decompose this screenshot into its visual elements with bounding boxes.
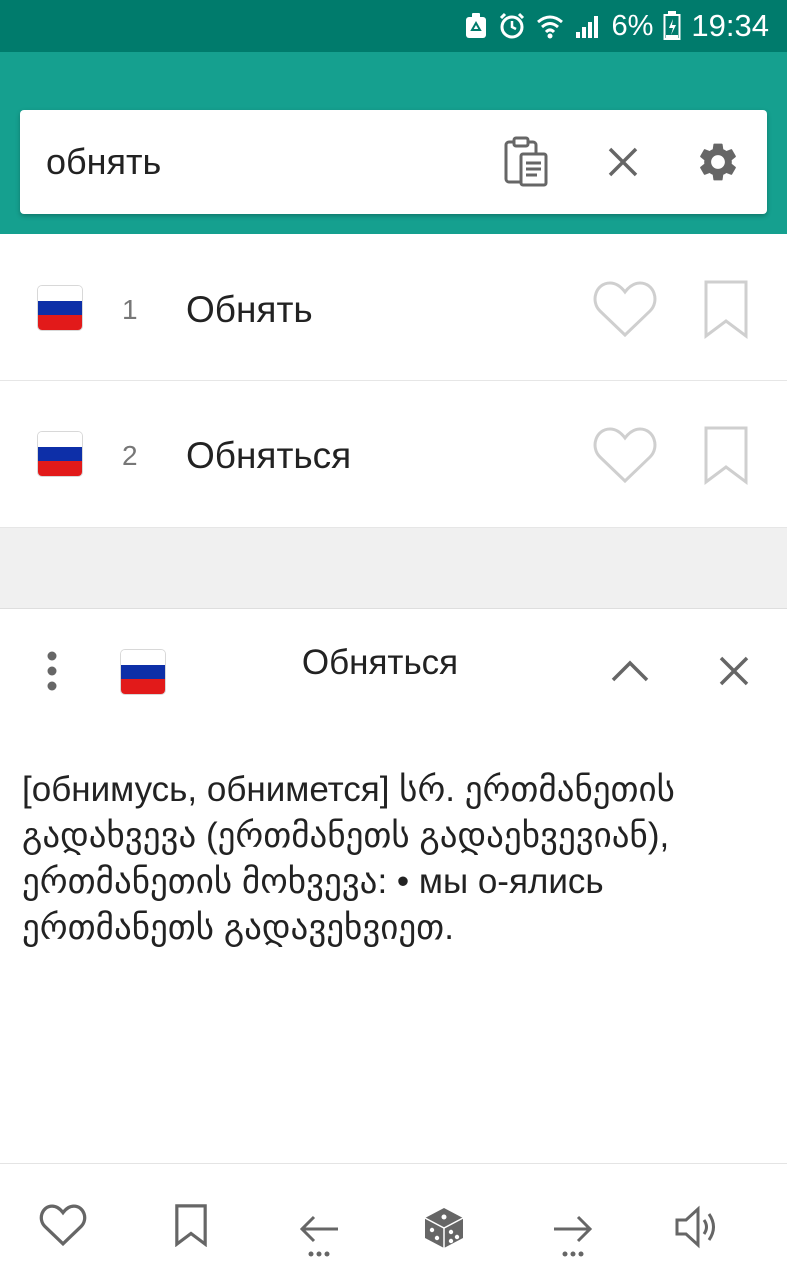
detail-title: Обняться (301, 643, 459, 682)
back-arrow-icon (299, 1215, 338, 1257)
clock: 19:34 (691, 8, 769, 43)
signal-icon (575, 16, 598, 38)
bookmark-button[interactable] (700, 424, 752, 486)
clear-icon (608, 147, 638, 177)
random-dice-icon (424, 1208, 464, 1248)
recycle-notification-icon (465, 13, 486, 38)
more-vert-icon (47, 651, 57, 691)
bookmark-toolbar-button[interactable] (172, 1200, 210, 1250)
next-button[interactable] (548, 1204, 598, 1260)
results-list: 1 Обнять 2 Обняться (0, 234, 787, 528)
settings-icon (700, 143, 736, 181)
search-input[interactable] (46, 136, 486, 188)
clear-search-button[interactable] (597, 136, 649, 188)
battery-icon (663, 11, 681, 40)
result-word: Обняться (186, 435, 352, 476)
bookmark-outline-icon (704, 280, 748, 339)
random-word-button[interactable] (420, 1204, 468, 1252)
app-bar (0, 52, 787, 234)
result-number: 2 (122, 440, 138, 471)
list-divider-space (0, 528, 787, 608)
bookmark-button[interactable] (700, 278, 752, 340)
favorite-toolbar-button[interactable] (38, 1202, 88, 1248)
result-word: Обнять (186, 289, 313, 330)
favorite-button[interactable] (590, 278, 660, 340)
result-row[interactable]: 1 Обнять (0, 234, 787, 381)
clipboard-icon (504, 136, 548, 187)
paste-button[interactable] (500, 136, 552, 188)
bookmark-outline-icon (704, 426, 748, 485)
forward-arrow-icon (554, 1215, 593, 1257)
russia-flag-icon (120, 649, 166, 695)
status-icons: 6% 19:34 (464, 0, 769, 52)
heart-outline-icon (593, 427, 657, 484)
search-bar (20, 110, 767, 214)
definition-text: [обнимусь, обнимется] სრ. ერთმანეთის გად… (22, 770, 675, 947)
close-icon (719, 656, 749, 686)
pronounce-button[interactable] (672, 1204, 722, 1250)
collapse-button[interactable] (604, 649, 656, 693)
result-row[interactable]: 2 Обняться (0, 381, 787, 528)
chevron-up-icon (611, 660, 649, 682)
settings-button[interactable] (692, 136, 744, 188)
battery-percentage: 6% (611, 9, 654, 42)
previous-button[interactable] (294, 1204, 344, 1260)
favorite-icon (39, 1204, 87, 1246)
russia-flag-icon (37, 285, 83, 331)
speaker-icon (675, 1205, 715, 1249)
result-number: 1 (122, 294, 138, 325)
status-bar: 6% 19:34 (0, 0, 787, 52)
detail-panel: Обняться [обнимусь, обнимется] სრ. ერთმა… (0, 608, 787, 1163)
close-detail-button[interactable] (710, 647, 758, 695)
bottom-toolbar (0, 1163, 787, 1280)
more-options-button[interactable] (30, 647, 74, 695)
russia-flag-icon (37, 431, 83, 477)
wifi-icon (536, 15, 563, 39)
alarm-icon (499, 12, 524, 39)
bookmark-icon (175, 1204, 207, 1247)
favorite-button[interactable] (590, 424, 660, 486)
heart-outline-icon (593, 281, 657, 338)
